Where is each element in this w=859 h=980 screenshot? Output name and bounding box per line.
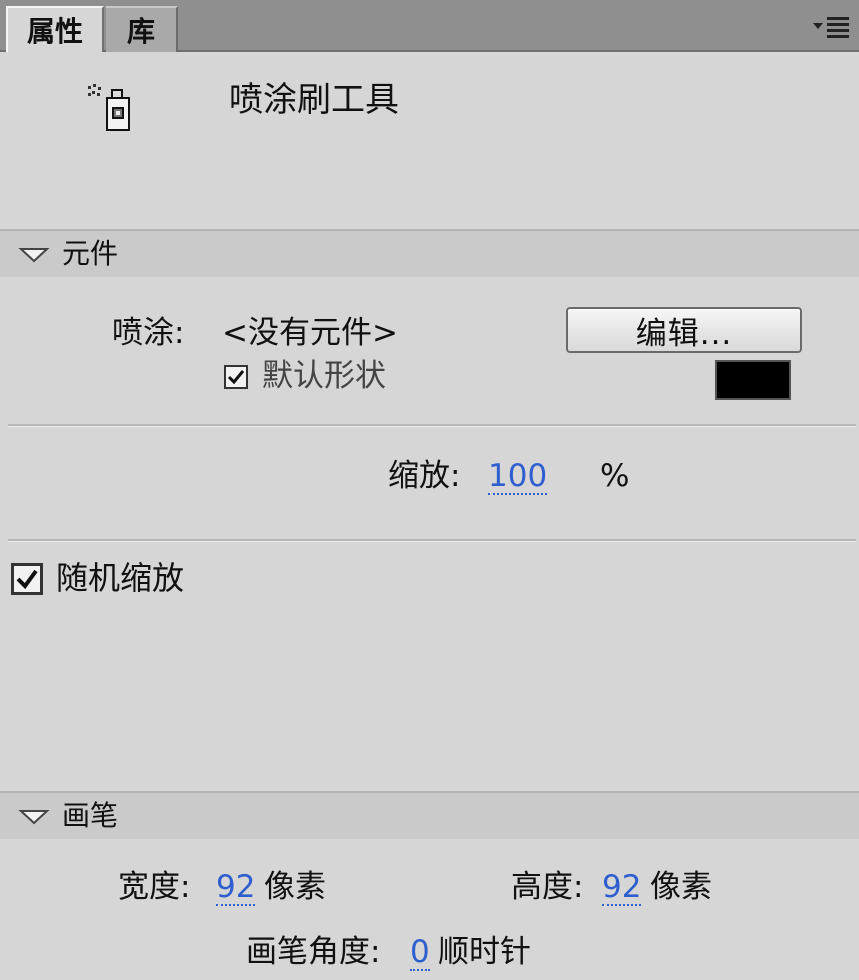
checkmark-icon (227, 370, 245, 385)
edit-symbol-button[interactable]: 编辑... (566, 307, 802, 353)
properties-panel: 属性 库 喷涂刷工具 元件 喷涂: <没有元件> 编辑... 默认形状 缩放: … (0, 0, 859, 980)
divider (8, 424, 856, 427)
section-header-symbol[interactable]: 元件 (0, 229, 859, 277)
brush-width-value: 92 (216, 869, 256, 906)
brush-angle-unit: 顺时针 (438, 934, 531, 970)
default-shape-checkbox[interactable] (224, 365, 248, 389)
section-title-brush: 画笔 (62, 799, 119, 832)
checkmark-icon (16, 569, 38, 590)
brush-angle-value: 0 (410, 934, 430, 971)
brush-width-unit: 像素 (264, 869, 326, 905)
brush-angle-label: 画笔角度: (246, 934, 381, 970)
section-title-symbol: 元件 (62, 237, 119, 270)
scale-value: 100 (488, 458, 548, 495)
panel-menu-button[interactable] (809, 12, 853, 42)
brush-angle-field[interactable]: 0 (410, 932, 430, 972)
brush-width-field[interactable]: 92 (216, 867, 256, 907)
collapse-triangle-icon[interactable] (18, 244, 50, 264)
brush-height-field[interactable]: 92 (602, 867, 642, 907)
tab-library-label: 库 (126, 15, 155, 48)
random-scale-checkbox[interactable] (11, 563, 43, 595)
spray-label: 喷涂: (112, 315, 185, 351)
collapse-triangle-icon[interactable] (18, 806, 50, 826)
panel-tab-bar: 属性 库 (0, 0, 859, 52)
scale-label: 缩放: (388, 458, 461, 494)
section-header-brush[interactable]: 画笔 (0, 791, 859, 839)
color-swatch[interactable] (715, 360, 791, 400)
random-scale-label: 随机缩放 (56, 559, 185, 597)
edit-symbol-button-label: 编辑... (635, 315, 733, 352)
tab-library[interactable]: 库 (106, 6, 178, 52)
scale-unit: % (600, 458, 630, 494)
panel-menu-icon (813, 17, 849, 38)
spray-brush-icon (88, 84, 130, 131)
brush-width-label: 宽度: (118, 869, 191, 905)
brush-height-value: 92 (602, 869, 642, 906)
brush-height-label: 高度: (511, 869, 584, 905)
divider (8, 539, 856, 542)
tool-name: 喷涂刷工具 (229, 80, 399, 120)
scale-value-field[interactable]: 100 (488, 456, 548, 496)
tab-properties-label: 属性 (26, 15, 83, 48)
tab-properties[interactable]: 属性 (6, 6, 104, 52)
spray-symbol-value: <没有元件> (222, 315, 398, 351)
default-shape-label: 默认形状 (262, 358, 386, 394)
brush-height-unit: 像素 (650, 869, 712, 905)
